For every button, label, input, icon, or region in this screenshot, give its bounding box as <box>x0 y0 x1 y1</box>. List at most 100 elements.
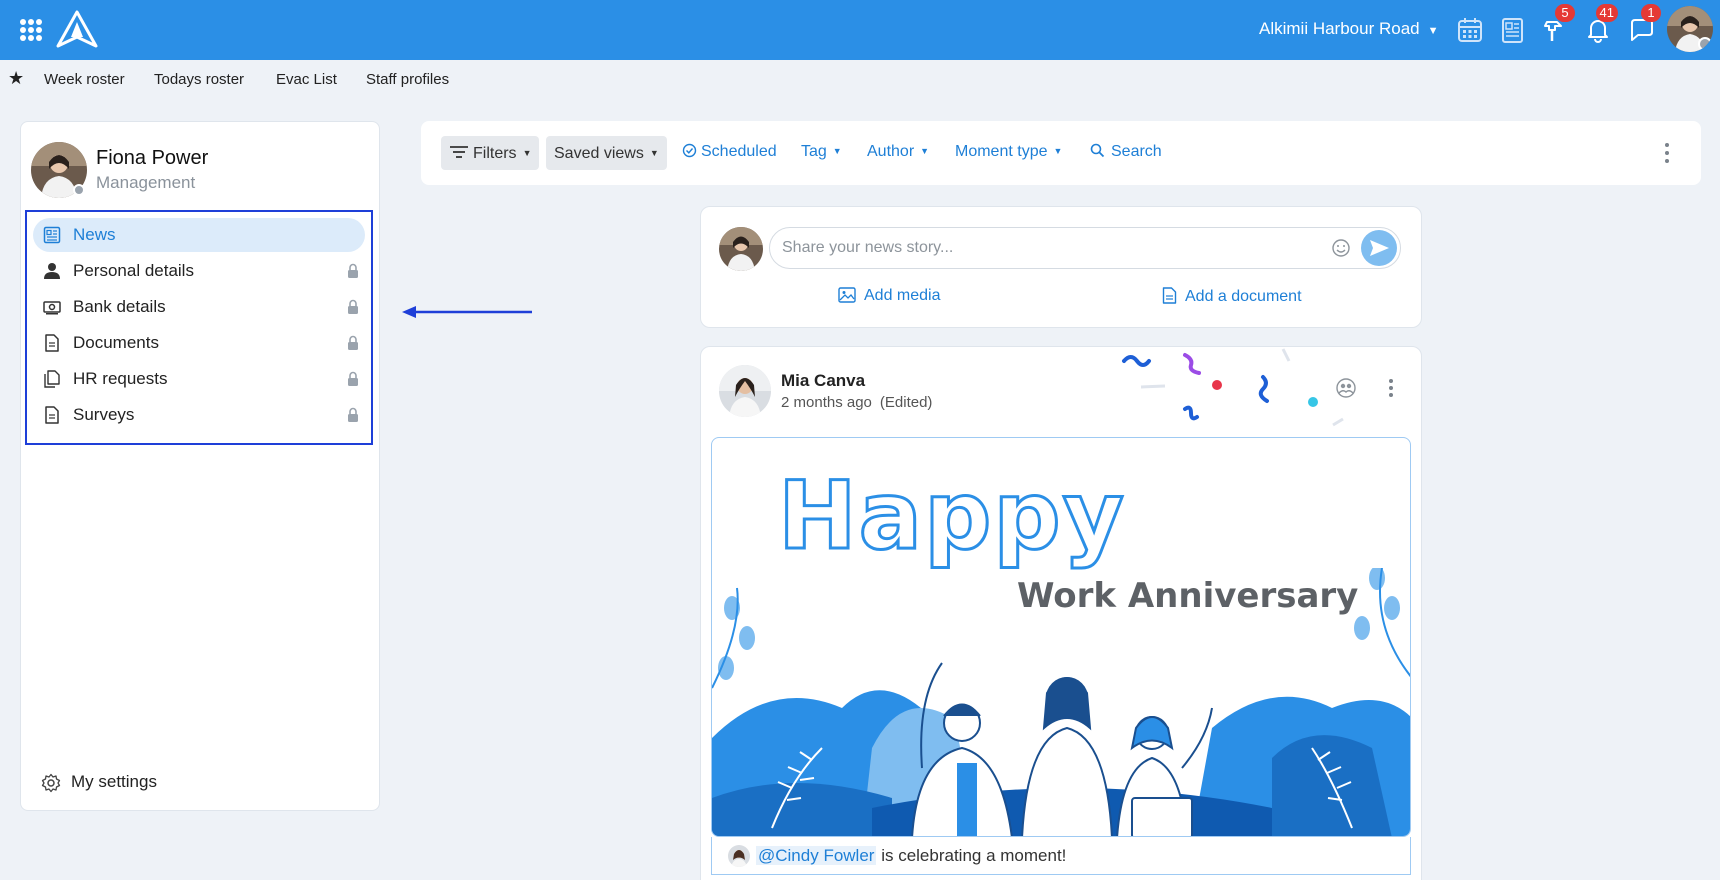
celebration-label: is celebrating a moment! <box>881 846 1067 865</box>
author-label: Author <box>867 143 915 160</box>
newspaper-icon[interactable] <box>1498 16 1526 44</box>
nav-label-surveys: Surveys <box>73 405 135 424</box>
composer-avatar <box>719 227 763 271</box>
post-author-name[interactable]: Mia Canva <box>781 371 865 391</box>
add-media-button[interactable]: Add media <box>838 287 941 305</box>
work-anniversary-banner: Happy Work Anniversary <box>711 437 1411 837</box>
post-meta: 2 months ago (Edited) <box>781 394 932 411</box>
nav-item-bank-details[interactable]: Bank details <box>33 290 365 324</box>
caret-down-icon: ▼ <box>920 146 930 156</box>
more-options-icon[interactable] <box>1665 143 1669 163</box>
presence-status-dot <box>73 184 85 196</box>
nav-highlight-box: News Personal details Bank details Docum… <box>25 210 373 445</box>
quick-links-bar: ★ Week roster Todays roster Evac List St… <box>0 60 1720 100</box>
audience-icon[interactable] <box>1335 377 1357 399</box>
banner-title: Happy <box>777 461 1126 573</box>
scheduled-filter[interactable]: Scheduled <box>682 143 777 161</box>
lock-icon <box>348 407 358 422</box>
my-settings-label: My settings <box>71 772 157 791</box>
image-icon <box>838 287 856 303</box>
lock-icon <box>348 335 358 350</box>
location-selector[interactable]: Alkimii Harbour Road ▼ <box>1259 19 1439 39</box>
filters-label: Filters <box>473 145 517 162</box>
post-timestamp: 2 months ago <box>781 394 872 411</box>
star-icon[interactable]: ★ <box>8 68 24 89</box>
moment-type-filter[interactable]: Moment type ▼ <box>955 143 1062 161</box>
lock-icon <box>348 299 358 314</box>
nav-label-hr-requests: HR requests <box>73 369 168 388</box>
gear-icon <box>41 773 61 793</box>
alkimii-logo[interactable] <box>56 10 98 48</box>
quicklink-todays-roster[interactable]: Todays roster <box>154 71 244 88</box>
annotation-arrow <box>402 306 532 318</box>
newspaper-icon <box>43 226 61 244</box>
filter-icon <box>450 146 468 158</box>
search-icon <box>1090 143 1105 158</box>
notifications-button[interactable]: 41 <box>1584 4 1618 44</box>
money-icon <box>43 301 61 315</box>
nav-item-documents[interactable]: Documents <box>33 326 365 360</box>
quicklink-week-roster[interactable]: Week roster <box>44 71 125 88</box>
document-icon <box>1162 287 1177 304</box>
saved-views-button[interactable]: Saved views ▼ <box>546 136 667 170</box>
saved-views-label: Saved views <box>554 145 644 162</box>
search-filter[interactable]: Search <box>1090 143 1162 161</box>
profile-role: Management <box>96 173 196 192</box>
news-story-input[interactable] <box>769 227 1401 269</box>
caret-down-icon: ▼ <box>1053 146 1063 156</box>
post-edited-label: (Edited) <box>879 394 933 411</box>
app-grid-icon[interactable] <box>20 19 42 41</box>
top-bar: Alkimii Harbour Road ▼ 5 41 1 <box>0 0 1720 60</box>
lock-icon <box>348 263 358 278</box>
add-document-label: Add a document <box>1185 288 1302 305</box>
news-composer: Add media Add a document <box>700 206 1422 328</box>
files-icon <box>44 370 60 388</box>
mention-link[interactable]: @Cindy Fowler <box>756 846 877 865</box>
nav-label-bank-details: Bank details <box>73 297 166 316</box>
nav-label-documents: Documents <box>73 333 159 352</box>
tag-label: Tag <box>801 143 827 160</box>
caret-down-icon: ▼ <box>649 148 659 158</box>
nav-label-personal-details: Personal details <box>73 261 194 280</box>
tasks-badge: 5 <box>1555 4 1575 22</box>
author-filter[interactable]: Author ▼ <box>867 143 929 161</box>
nav-item-personal-details[interactable]: Personal details <box>33 254 365 288</box>
quicklink-staff-profiles[interactable]: Staff profiles <box>366 71 449 88</box>
send-button[interactable] <box>1361 230 1397 266</box>
nav-item-hr-requests[interactable]: HR requests <box>33 362 365 396</box>
celebrating-people-illustration <box>712 568 1410 836</box>
scheduled-label: Scheduled <box>701 143 777 160</box>
nav-label-news: News <box>73 225 116 244</box>
nav-item-surveys[interactable]: Surveys <box>33 398 365 432</box>
profile-sidebar: Fiona Power Management News Personal det… <box>20 121 380 811</box>
send-icon <box>1370 240 1389 256</box>
profile-name: Fiona Power <box>96 147 209 169</box>
quicklink-evac-list[interactable]: Evac List <box>276 71 337 88</box>
user-avatar[interactable] <box>1667 6 1713 52</box>
emoji-icon[interactable] <box>1331 238 1351 258</box>
messages-button[interactable]: 1 <box>1627 4 1661 44</box>
feed-filter-bar: Filters ▼ Saved views ▼ Scheduled Tag ▼ Aut… <box>421 121 1701 185</box>
celebration-text: @Cindy Fowler is celebrating a moment! <box>756 846 1066 866</box>
document-icon <box>45 334 59 352</box>
notifications-badge: 41 <box>1595 4 1618 22</box>
search-label: Search <box>1111 143 1162 160</box>
moment-type-label: Moment type <box>955 143 1048 160</box>
document-icon <box>45 406 59 424</box>
confetti-decoration <box>1122 348 1344 427</box>
calendar-icon[interactable] <box>1456 16 1484 44</box>
task-hammer-button[interactable]: 5 <box>1541 4 1575 44</box>
filters-button[interactable]: Filters ▼ <box>441 136 540 170</box>
messages-badge: 1 <box>1641 4 1661 22</box>
add-document-button[interactable]: Add a document <box>1162 287 1302 306</box>
caret-down-icon: ▼ <box>522 148 532 158</box>
mention-avatar <box>728 845 750 867</box>
news-post-card: Mia Canva 2 months ago (Edited) Happy Wor… <box>700 346 1422 880</box>
celebration-caption: @Cindy Fowler is celebrating a moment! <box>711 837 1411 875</box>
caret-down-icon: ▼ <box>832 146 842 156</box>
check-circle-icon <box>682 143 697 158</box>
nav-item-news[interactable]: News <box>33 218 365 252</box>
post-more-icon[interactable] <box>1389 379 1393 400</box>
post-author-avatar[interactable] <box>719 365 771 417</box>
tag-filter[interactable]: Tag ▼ <box>801 143 842 161</box>
